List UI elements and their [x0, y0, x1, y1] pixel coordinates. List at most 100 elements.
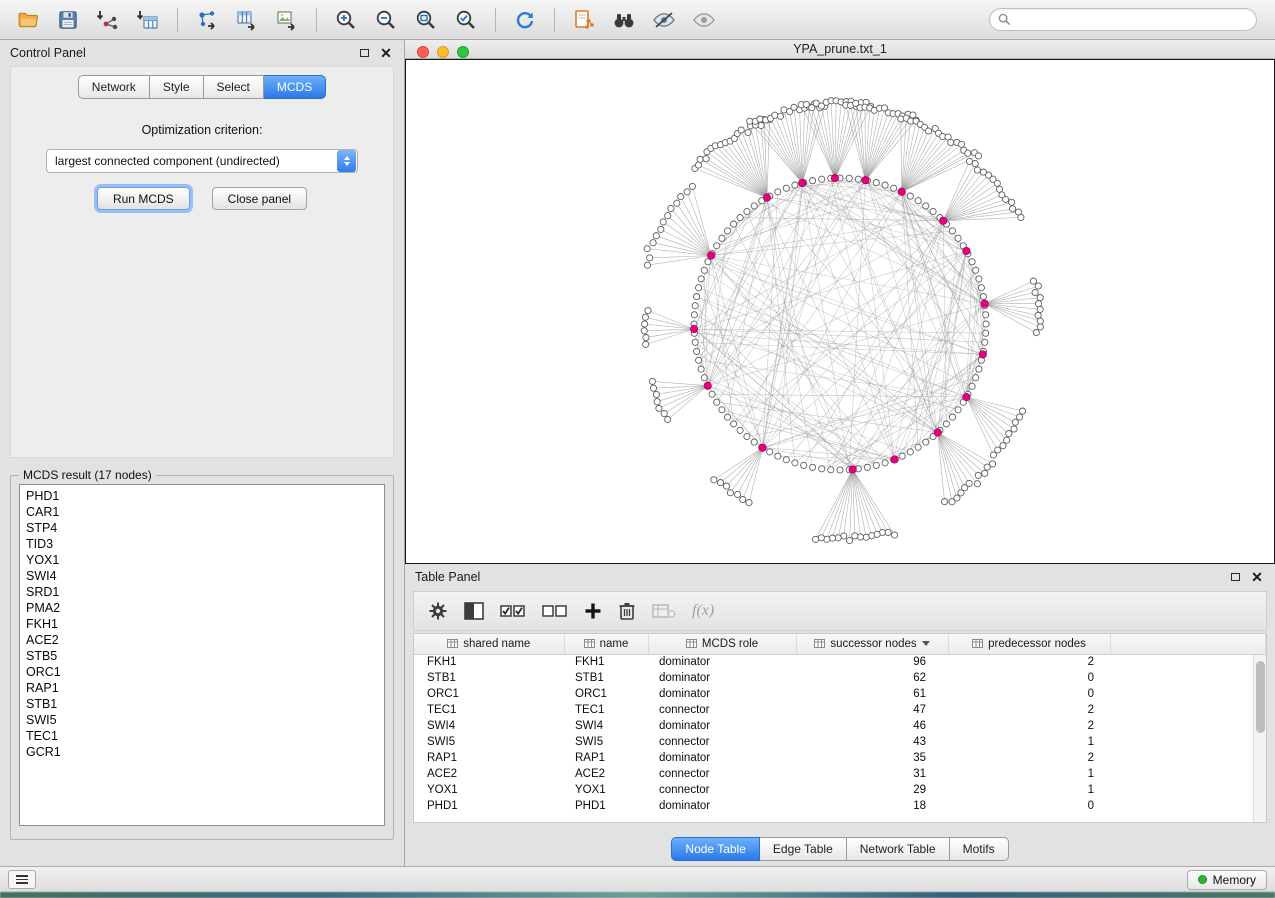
save-session-button[interactable]: [50, 5, 86, 35]
column-header-successor-nodes[interactable]: successor nodes: [796, 634, 948, 654]
select-all-icon[interactable]: [500, 603, 526, 619]
tab-node-table[interactable]: Node Table: [671, 837, 760, 861]
float-icon: [1231, 573, 1240, 581]
zoom-fit-button[interactable]: [408, 5, 444, 35]
mcds-node-item[interactable]: SRD1: [26, 584, 384, 600]
mcds-node-item[interactable]: SWI4: [26, 568, 384, 584]
hide-details-button[interactable]: [646, 5, 682, 35]
table-scrollbar-thumb[interactable]: [1256, 661, 1265, 733]
export-network-button[interactable]: [189, 5, 225, 35]
mcds-result-list[interactable]: PHD1CAR1STP4TID3YOX1SWI4SRD1PMA2FKH1ACE2…: [19, 484, 385, 826]
memory-button[interactable]: Memory: [1187, 870, 1267, 890]
show-details-button[interactable]: [686, 5, 722, 35]
zoom-selected-button[interactable]: [448, 5, 484, 35]
table-column-icon: [447, 639, 458, 648]
mcds-node-item[interactable]: STB5: [26, 648, 384, 664]
maximize-window-icon[interactable]: [457, 46, 469, 58]
tab-edge-table[interactable]: Edge Table: [760, 837, 847, 861]
refresh-button[interactable]: [507, 5, 543, 35]
table-row[interactable]: SWI4SWI4dominator462: [414, 718, 1266, 734]
mcds-node-item[interactable]: YOX1: [26, 552, 384, 568]
table-row[interactable]: STB1STB1dominator620: [414, 670, 1266, 686]
table-row[interactable]: TEC1TEC1connector472: [414, 702, 1266, 718]
export-image-button[interactable]: [269, 5, 305, 35]
network-from-clipboard-button[interactable]: [566, 5, 602, 35]
table-column-icon: [972, 639, 983, 648]
tab-network-table[interactable]: Network Table: [847, 837, 950, 861]
tab-motifs[interactable]: Motifs: [950, 837, 1009, 861]
gear-icon[interactable]: [428, 601, 448, 621]
import-table-button[interactable]: [130, 5, 166, 35]
table-tabbar: Node Table Edge Table Network Table Moti…: [405, 829, 1275, 861]
zoom-out-icon: [374, 8, 398, 32]
dropdown-stepper: [337, 150, 356, 172]
mcds-node-item[interactable]: GCR1: [26, 744, 384, 760]
criterion-dropdown[interactable]: largest connected component (undirected): [46, 149, 358, 173]
mcds-node-item[interactable]: STB1: [26, 696, 384, 712]
delete-table-icon: [652, 603, 676, 619]
delete-column-icon[interactable]: [618, 601, 636, 621]
main-area: Control Panel ✕ Network Style Select MCD…: [0, 40, 1275, 866]
table-row[interactable]: YOX1YOX1connector291: [414, 782, 1266, 798]
table-panel-header: Table Panel ✕: [405, 564, 1275, 590]
show-columns-icon[interactable]: [464, 602, 484, 620]
mcds-node-item[interactable]: ACE2: [26, 632, 384, 648]
zoom-out-button[interactable]: [368, 5, 404, 35]
mcds-node-item[interactable]: TID3: [26, 536, 384, 552]
close-panel-button[interactable]: ✕: [378, 45, 394, 61]
mcds-node-item[interactable]: PMA2: [26, 600, 384, 616]
table-row[interactable]: PHD1PHD1dominator180: [414, 798, 1266, 814]
close-window-icon[interactable]: [417, 46, 429, 58]
column-header-shared-name[interactable]: shared name: [414, 634, 564, 654]
status-menu-button[interactable]: [8, 870, 36, 889]
import-network-button[interactable]: [90, 5, 126, 35]
search-box[interactable]: [989, 8, 1257, 31]
mcds-node-item[interactable]: PHD1: [26, 488, 384, 504]
main-toolbar: [0, 0, 1275, 40]
float-panel-button[interactable]: [356, 45, 372, 61]
mcds-node-item[interactable]: CAR1: [26, 504, 384, 520]
search-network-button[interactable]: [606, 5, 642, 35]
column-header-name[interactable]: name: [564, 634, 648, 654]
deselect-all-icon[interactable]: [542, 603, 568, 619]
open-file-button[interactable]: [10, 5, 46, 35]
mcds-node-item[interactable]: SWI5: [26, 712, 384, 728]
float-icon: [360, 49, 369, 57]
export-table-button[interactable]: [229, 5, 265, 35]
table-row[interactable]: ORC1ORC1dominator610: [414, 686, 1266, 702]
close-panel-button-mcds[interactable]: Close panel: [212, 187, 307, 210]
mcds-node-item[interactable]: STP4: [26, 520, 384, 536]
tab-network[interactable]: Network: [78, 75, 150, 99]
table-scrollbar[interactable]: [1253, 655, 1266, 822]
table-row[interactable]: RAP1RAP1dominator352: [414, 750, 1266, 766]
zoom-in-button[interactable]: [328, 5, 364, 35]
table-column-icon: [814, 639, 825, 648]
export-table-icon: [235, 8, 259, 32]
search-input[interactable]: [1016, 12, 1248, 28]
float-table-panel-button[interactable]: [1227, 569, 1243, 585]
binoculars-icon: [611, 8, 637, 32]
tab-style[interactable]: Style: [150, 75, 204, 99]
network-canvas[interactable]: [405, 59, 1275, 564]
mcds-node-item[interactable]: FKH1: [26, 616, 384, 632]
column-header-predecessor-nodes[interactable]: predecessor nodes: [948, 634, 1110, 654]
mcds-result-title: MCDS result (17 nodes): [19, 468, 156, 482]
table-row[interactable]: SWI5SWI5connector431: [414, 734, 1266, 750]
table-row[interactable]: ACE2ACE2connector311: [414, 766, 1266, 782]
tab-mcds[interactable]: MCDS: [264, 75, 326, 99]
mcds-node-item[interactable]: TEC1: [26, 728, 384, 744]
right-column: YPA_prune.txt_1 Table Panel ✕: [405, 40, 1275, 866]
add-column-icon[interactable]: [584, 602, 602, 620]
mcds-node-item[interactable]: RAP1: [26, 680, 384, 696]
mcds-node-item[interactable]: ORC1: [26, 664, 384, 680]
function-builder-button[interactable]: f(x): [692, 602, 714, 620]
minimize-window-icon[interactable]: [437, 46, 449, 58]
optimization-criterion-label: Optimization criterion:: [142, 123, 263, 137]
network-svg[interactable]: [406, 60, 1272, 558]
close-table-panel-button[interactable]: ✕: [1249, 569, 1265, 585]
column-header-mcds-role[interactable]: MCDS role: [648, 634, 796, 654]
run-mcds-button[interactable]: Run MCDS: [97, 187, 190, 210]
status-bar: Memory: [0, 866, 1275, 892]
tab-select[interactable]: Select: [204, 75, 264, 99]
table-row[interactable]: FKH1FKH1dominator962: [414, 654, 1266, 670]
